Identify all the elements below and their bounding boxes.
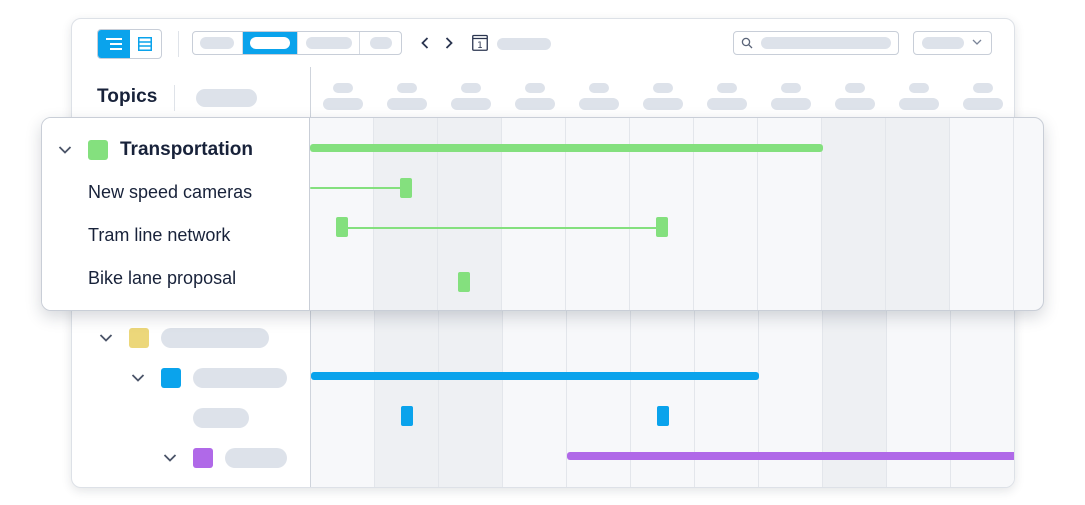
column-header — [311, 83, 375, 113]
toolbar-divider — [178, 31, 179, 57]
search-input[interactable] — [733, 31, 899, 55]
header-divider — [174, 85, 175, 111]
group-label-placeholder[interactable] — [193, 368, 287, 388]
item-label[interactable]: Bike lane proposal — [88, 268, 236, 289]
table-icon — [138, 37, 153, 51]
chevron-down-icon[interactable] — [58, 145, 72, 155]
chevron-down-icon[interactable] — [163, 453, 177, 463]
next-button[interactable] — [440, 33, 458, 53]
group-label-placeholder[interactable] — [225, 448, 287, 468]
column-header — [823, 83, 887, 113]
milestone-marker[interactable] — [336, 217, 348, 237]
transportation-group-card: Transportation New speed cameras Tram li… — [41, 117, 1044, 311]
timeline-header — [311, 67, 1014, 119]
chevron-down-icon[interactable] — [131, 373, 145, 383]
chevron-left-icon — [421, 37, 429, 49]
group-bar[interactable] — [311, 372, 759, 380]
chevron-right-icon — [445, 37, 453, 49]
topics-filter-placeholder[interactable] — [196, 89, 257, 107]
timeline-column — [1014, 118, 1043, 310]
timescale-option-active[interactable] — [242, 32, 298, 54]
dependency-line — [310, 187, 402, 189]
timescale-selector — [192, 31, 402, 55]
column-header — [887, 83, 951, 113]
calendar-day: 1 — [477, 41, 483, 51]
group-label-placeholder[interactable] — [161, 328, 269, 348]
chevron-down-icon[interactable] — [99, 333, 113, 343]
screen: 1 Topics Transportation New speed camera… — [0, 0, 1085, 505]
view-toggle — [97, 29, 162, 59]
chevron-down-icon — [972, 39, 982, 45]
prev-button[interactable] — [416, 33, 434, 53]
group-color-swatch — [88, 140, 108, 160]
placeholder — [305, 37, 352, 49]
column-header — [503, 83, 567, 113]
placeholder — [369, 37, 392, 49]
item-label[interactable]: Tram line network — [88, 225, 230, 246]
list-view-button[interactable] — [98, 30, 130, 58]
item-label[interactable]: New speed cameras — [88, 182, 252, 203]
table-view-button[interactable] — [130, 30, 162, 58]
milestone-marker[interactable] — [656, 217, 668, 237]
search-placeholder — [761, 37, 891, 49]
dependency-line — [342, 227, 664, 229]
group-tree-panel: Transportation New speed cameras Tram li… — [42, 118, 310, 310]
column-header — [631, 83, 695, 113]
toolbar: 1 — [72, 19, 1014, 67]
group-color-swatch — [129, 328, 149, 348]
group-label[interactable]: Transportation — [120, 139, 253, 161]
column-header — [439, 83, 503, 113]
current-date-placeholder — [497, 38, 551, 50]
item-label-placeholder[interactable] — [193, 408, 249, 428]
milestone-marker[interactable] — [400, 178, 412, 198]
column-header — [759, 83, 823, 113]
milestone-marker[interactable] — [401, 406, 413, 426]
placeholder — [200, 37, 235, 49]
timeline-column — [822, 118, 886, 310]
timeline-column — [950, 118, 1014, 310]
search-icon — [741, 37, 753, 49]
column-header — [695, 83, 759, 113]
timescale-option[interactable] — [298, 32, 361, 54]
group-bar[interactable] — [567, 452, 1014, 460]
column-header — [567, 83, 631, 113]
column-header — [951, 83, 1014, 113]
group-color-swatch — [161, 368, 181, 388]
group-color-swatch — [193, 448, 213, 468]
timeline-column — [886, 118, 950, 310]
select-placeholder — [922, 37, 964, 49]
placeholder — [249, 37, 290, 49]
filter-select[interactable] — [913, 31, 992, 55]
timescale-option[interactable] — [360, 32, 401, 54]
group-bar[interactable] — [310, 144, 823, 152]
column-header — [375, 83, 439, 113]
topics-heading: Topics — [97, 86, 158, 107]
milestone-marker[interactable] — [458, 272, 470, 292]
timescale-option[interactable] — [193, 32, 243, 54]
list-indent-icon — [105, 38, 122, 50]
calendar-icon[interactable]: 1 — [472, 34, 488, 51]
group-timeline — [310, 118, 1043, 310]
milestone-marker[interactable] — [657, 406, 669, 426]
